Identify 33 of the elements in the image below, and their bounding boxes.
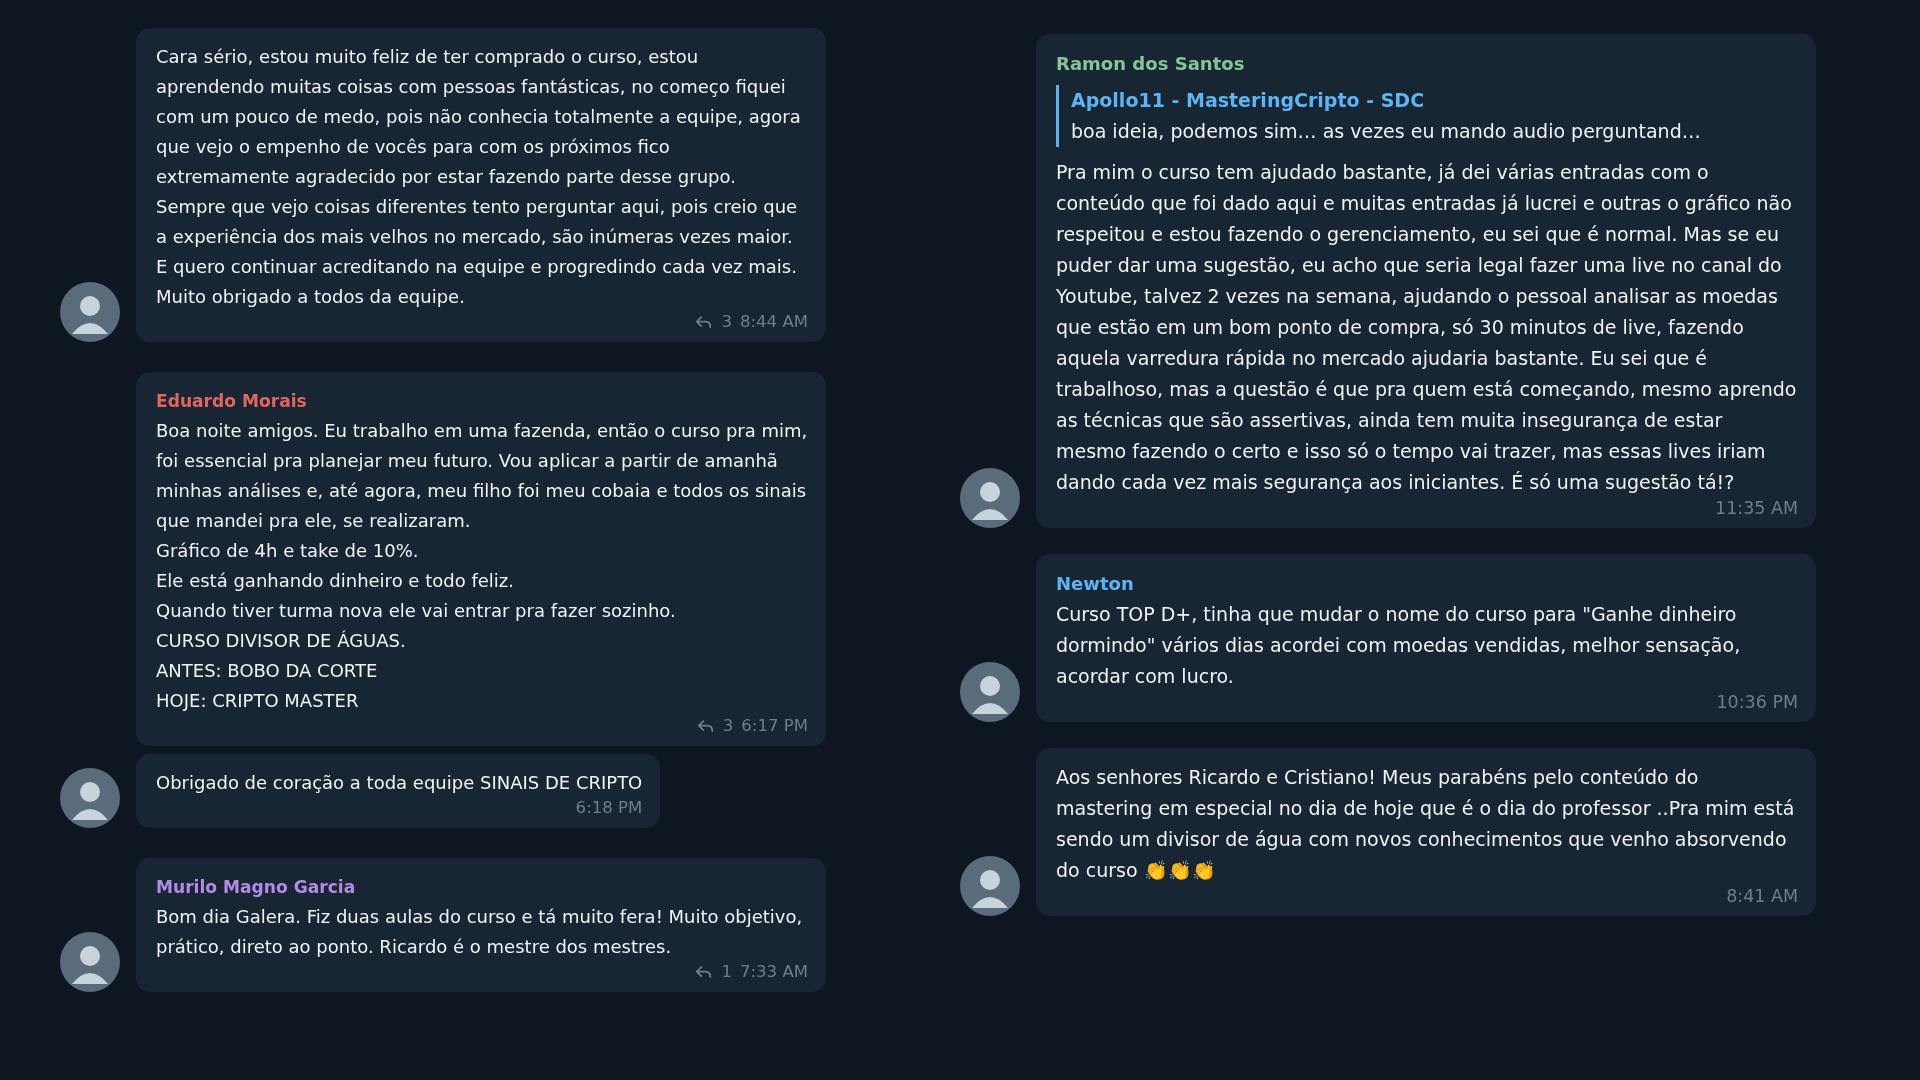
message-text: Obrigado de coração a toda equipe SINAIS DE CRIPTO (156, 771, 643, 795)
reply-quote[interactable]: Apollo11 - MasteringCripto - SDC boa ideia, podemos sim… as vezes eu mando audio perguntand… (1056, 85, 1798, 147)
timestamp: 7:33 AM (740, 962, 808, 982)
timestamp: 10:36 PM (1716, 692, 1798, 712)
sender-name[interactable]: Ramon dos Santos (1056, 48, 1798, 79)
avatar[interactable] (60, 932, 120, 992)
message-text: Boa noite amigos. Eu trabalho em uma fazenda, então o curso pra mim, foi essencial pra planejar meu futuro. Vou aplicar a partir de amanhã minhas análises e, até agora, meu filho foi meu cobaia e todos os sinais que mandei pra ele, se realizaram. Gráfico de 4h e take de 10%. Ele está ganhando dinheiro e todo feliz. Quando tiver turma nova ele vai entrar pra fazer sozinho. CURSO DIVISOR DE ÁGUAS. ANTES: BOBO DA CORTE HOJE: CRIPTO MASTER (156, 419, 808, 713)
message-text: Bom dia Galera. Fiz duas aulas do curso e tá muito fera! Muito objetivo, prático, direto ao ponto. Ricardo é o mestre dos mestres. (156, 905, 804, 959)
reply-arrow-icon (695, 314, 714, 330)
sender-name[interactable]: Murilo Magno Garcia (156, 872, 808, 902)
message-text: Aos senhores Ricardo e Cristiano! Meus parabéns pelo conteúdo do mastering em especial no dia de hoje que é o dia do professor ..Pra mim está sendo um divisor de água com novos conhecimentos que venho absorvendo do curso 👏👏👏 (1056, 765, 1796, 883)
message-text: Pra mim o curso tem ajudado bastante, já dei várias entradas com o conteúdo que foi dado aqui e muitas entradas já lucrei e outras o gráfico não respeitou e estou fazendo o gerenciamento, eu sei que é normal. Mas se eu puder dar uma sugestão, eu acho que seria legal fazer uma live no canal do Youtube, talvez 2 vezes na semana, ajudando o pessoal analisar as moedas que estão em um bom ponto de compra, só 30 minutos de live, fazendo aquela varredura rápida no mercado ajudaria bastante. Eu sei que é trabalhoso, mas a questão é que pra quem está começando, mesmo aprendo as técnicas que são assertivas, ainda tem muita insegurança de estar mesmo fazendo o certo e isso só o tempo vai trazer, mas essas lives iriam dando cada vez mais segurança aos iniciantes. É só uma sugestão tá!? (1056, 160, 1798, 495)
sender-name[interactable]: Newton (1056, 568, 1798, 599)
quoted-text: boa ideia, podemos sim… as vezes eu mando audio perguntand… (1071, 119, 1702, 144)
timestamp: 6:17 PM (741, 716, 808, 736)
reply-count[interactable]: 3 (721, 312, 732, 332)
sender-name[interactable]: Eduardo Morais (156, 386, 808, 416)
avatar[interactable] (960, 662, 1020, 722)
timestamp: 8:41 AM (1726, 886, 1798, 906)
timestamp: 11:35 AM (1715, 498, 1798, 518)
avatar[interactable] (60, 282, 120, 342)
quoted-author: Apollo11 - MasteringCripto - SDC (1071, 88, 1426, 113)
timestamp: 6:18 PM (575, 798, 643, 818)
avatar[interactable] (960, 856, 1020, 916)
avatar[interactable] (960, 468, 1020, 528)
message-text: Curso TOP D+, tinha que mudar o nome do curso para "Ganhe dinheiro dormindo" vários dias acordei com moedas vendidas, melhor sensação, acordar com lucro. (1056, 602, 1742, 689)
timestamp: 8:44 AM (740, 312, 808, 332)
reply-arrow-icon (695, 964, 714, 980)
reply-count[interactable]: 3 (722, 716, 734, 736)
avatar[interactable] (60, 768, 120, 828)
reply-count[interactable]: 1 (721, 962, 732, 982)
reply-arrow-icon (696, 718, 715, 734)
message-text: Cara sério, estou muito feliz de ter comprado o curso, estou aprendendo muitas coisas com pessoas fantásticas, no começo fiquei com um pouco de medo, pois não conhecia totalmente a equipe, agora que vejo o empenho de vocês para com os próximos fico extremamente agradecido por estar fazendo parte desse grupo. Sempre que vejo coisas diferentes tento perguntar aqui, pois creio que a experiência dos mais velhos no mercado, são inúmeras vezes maior. E quero continuar acreditando na equipe e progredindo cada vez mais. Muito obrigado a todos da equipe. (156, 45, 802, 309)
